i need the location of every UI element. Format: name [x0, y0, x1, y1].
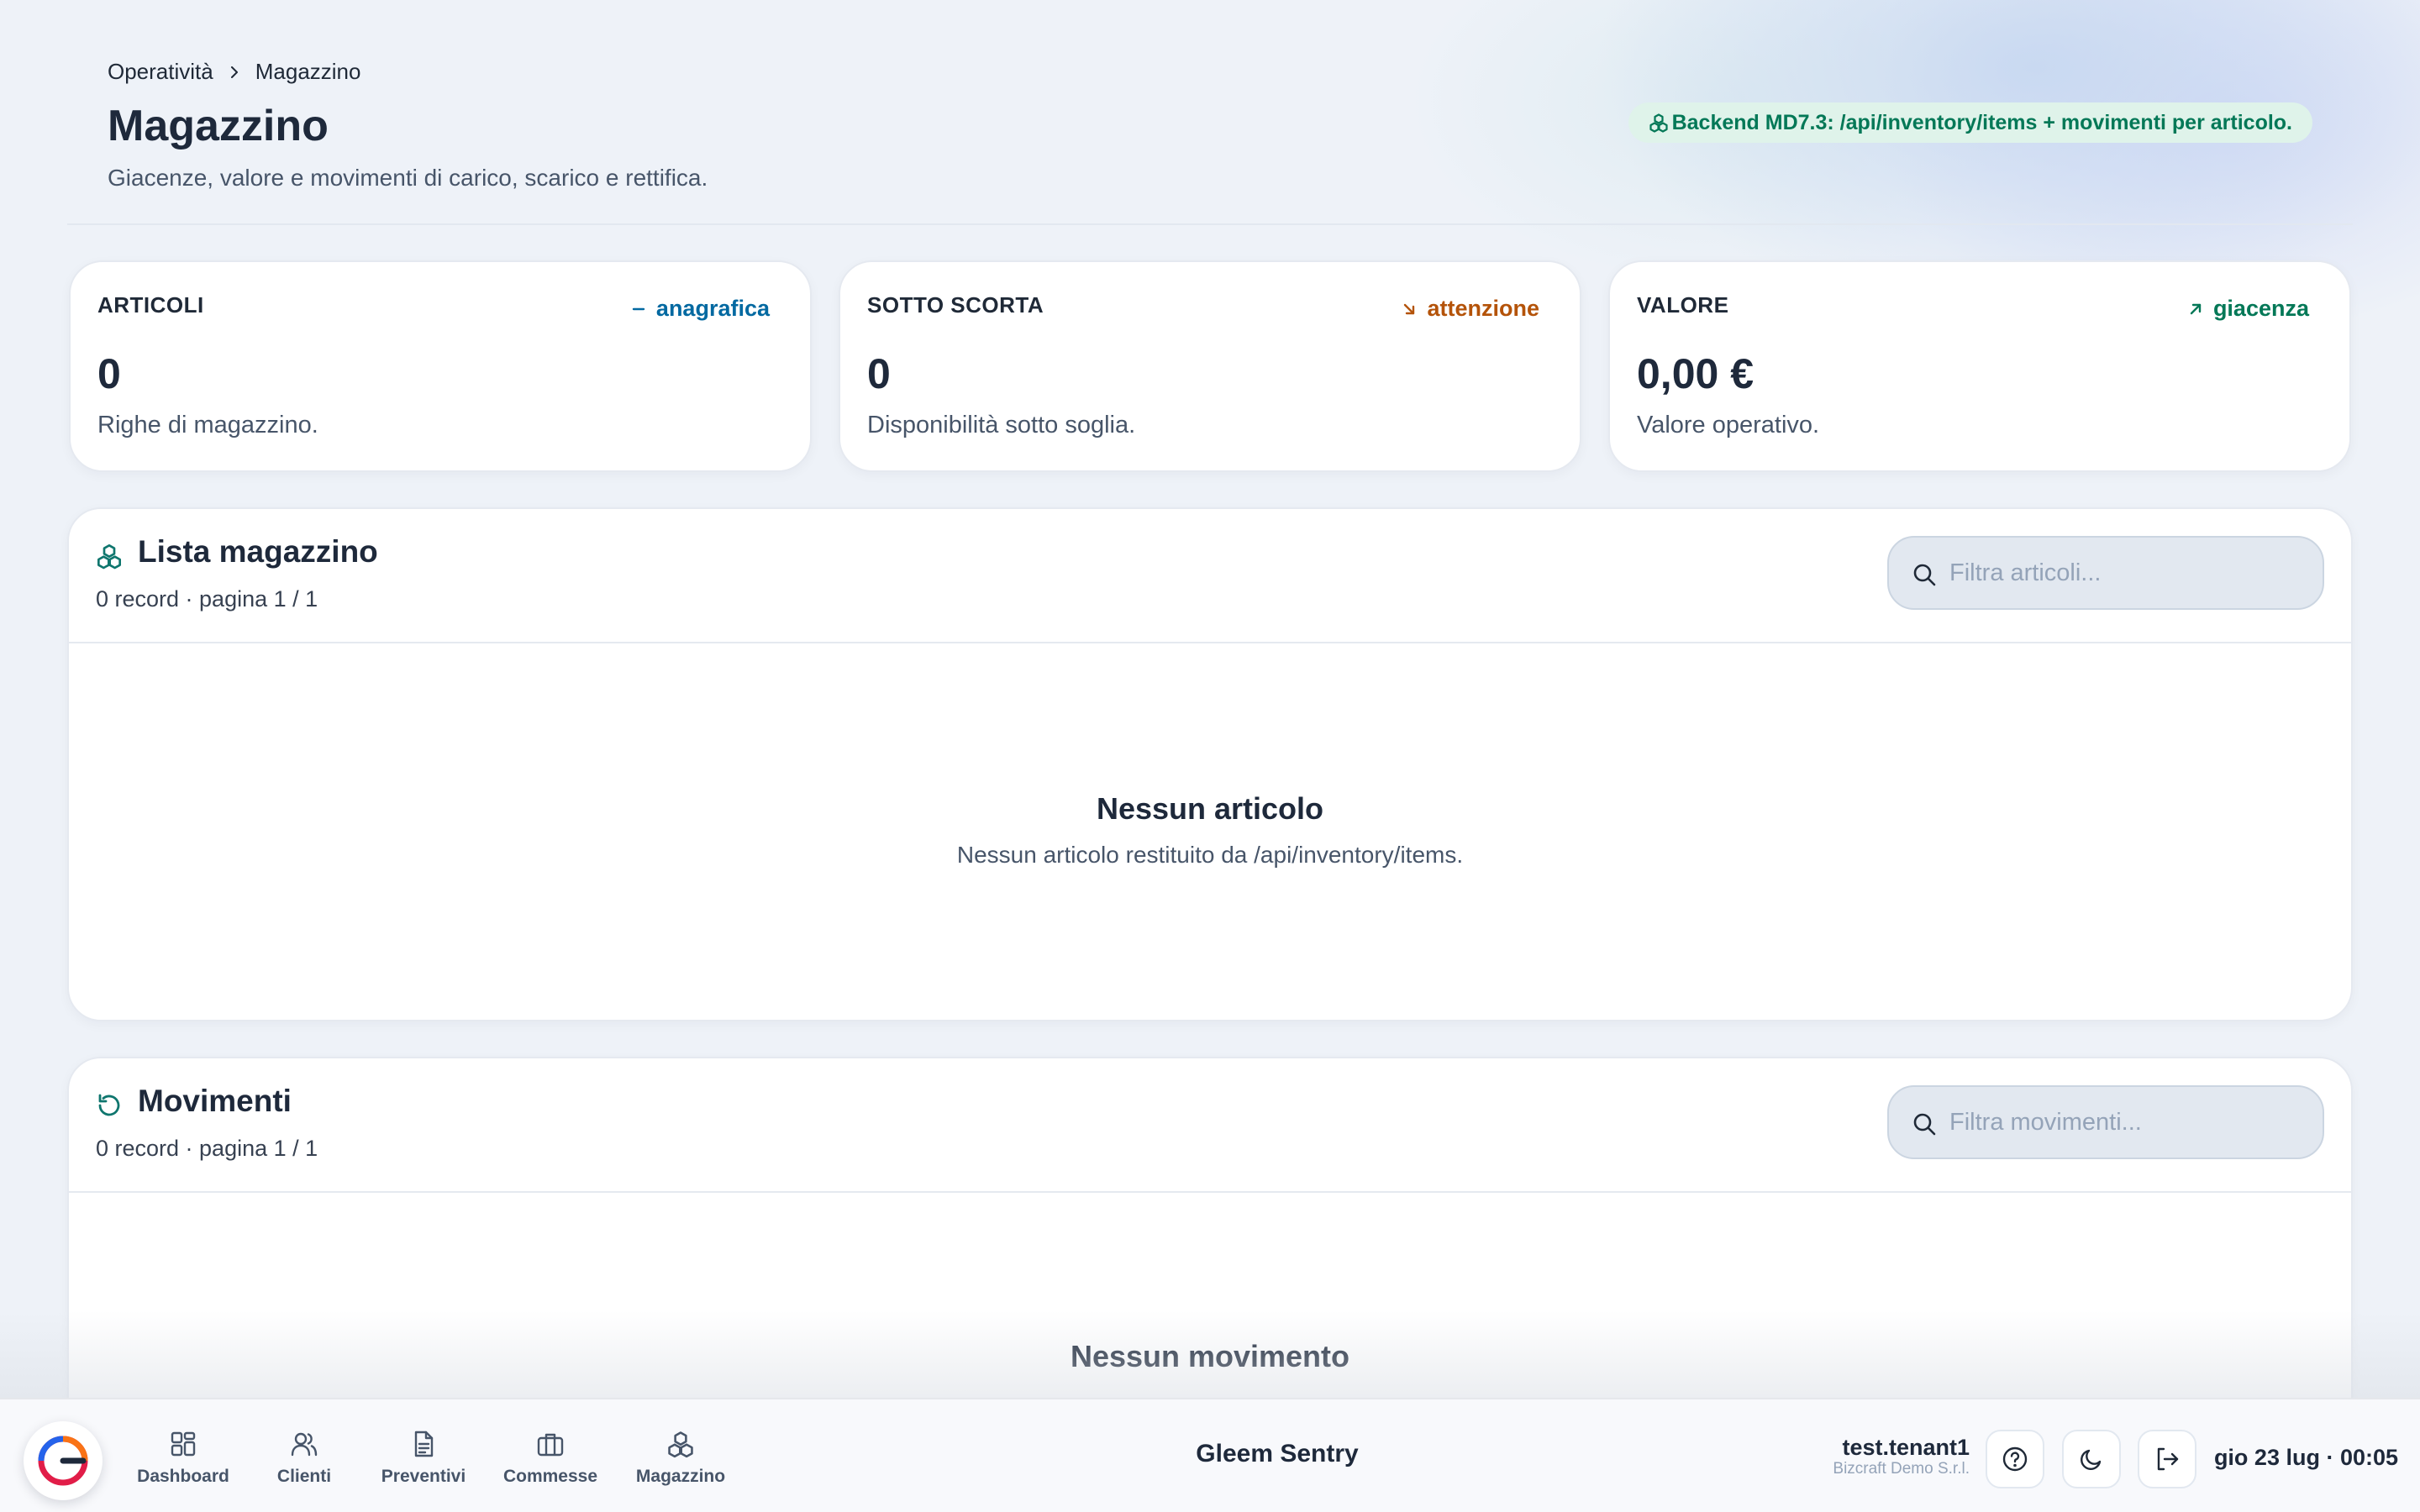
clock: gio 23 lug · 00:05 — [2213, 1445, 2398, 1470]
help-icon — [2002, 1446, 2028, 1472]
stat-trend: anagrafica — [631, 296, 770, 322]
movements-panel-header: Movimenti 0 record · pagina 1 / 1 — [69, 1058, 2351, 1193]
stat-desc: Righe di magazzino. — [97, 412, 318, 438]
brand-name: Gleem Sentry — [1196, 1440, 1359, 1467]
breadcrumb-parent[interactable]: Operatività — [108, 59, 213, 85]
briefcase-icon — [537, 1433, 564, 1457]
nav-label: Preventivi — [381, 1467, 466, 1486]
inventory-title: Lista magazzino — [138, 534, 378, 569]
stat-trend-label: attenzione — [1427, 296, 1539, 321]
theme-toggle-button[interactable] — [2062, 1430, 2121, 1488]
movements-empty-title: Nessun movimento — [1070, 1339, 1350, 1373]
movements-filter-input[interactable] — [1949, 1087, 2302, 1158]
nav-label: Clienti — [276, 1467, 332, 1486]
arrow-up-right-icon — [2188, 302, 2203, 317]
user-name: test.tenant1 — [1842, 1435, 1970, 1460]
user-info: test.tenant1 Bizcraft Demo S.r.l. — [1833, 1435, 1970, 1478]
movements-panel: Movimenti 0 record · pagina 1 / 1 Nessun… — [67, 1057, 2353, 1443]
stat-value: 0,00 € — [1637, 350, 1754, 397]
movements-filter — [1887, 1085, 2324, 1159]
stat-label: ARTICOLI — [97, 292, 204, 318]
stat-trend-label: giacenza — [2212, 296, 2309, 321]
nav-label: Dashboard — [137, 1467, 229, 1486]
boxes-icon — [96, 543, 123, 570]
stat-card-sotto-scorta: SOTTO SCORTA attenzione 0 Disponibilità … — [839, 260, 1581, 472]
search-icon — [1911, 561, 1938, 588]
search-icon — [1911, 1110, 1938, 1137]
breadcrumb-current: Magazzino — [255, 59, 361, 84]
boxes-icon — [668, 1431, 693, 1458]
stat-trend: giacenza — [2188, 296, 2309, 322]
inventory-filter-input[interactable] — [1949, 538, 2302, 608]
app-logo[interactable] — [24, 1421, 103, 1500]
nav-item-dashboard[interactable]: Dashboard — [124, 1430, 242, 1497]
stat-value: 0 — [867, 350, 891, 397]
grid-icon — [171, 1431, 196, 1457]
refresh-icon — [96, 1092, 123, 1119]
arrow-down-right-icon — [1402, 302, 1417, 317]
boxes-icon — [1649, 113, 1669, 133]
nav-label: Magazzino — [635, 1467, 726, 1486]
stat-label: VALORE — [1637, 292, 1729, 318]
stat-card-articoli: ARTICOLI anagrafica 0 Righe di magazzino… — [69, 260, 812, 472]
backend-badge-text: Backend MD7.3: /api/inventory/items + mo… — [1671, 110, 2292, 134]
backend-status-badge: Backend MD7.3: /api/inventory/items + mo… — [1628, 102, 2312, 143]
page-title: Magazzino — [108, 102, 329, 150]
nav-item-magazzino[interactable]: Magazzino — [622, 1430, 739, 1497]
users-icon — [291, 1432, 318, 1457]
nav-label: Commesse — [502, 1467, 598, 1486]
dash-icon — [631, 302, 646, 317]
header-divider — [67, 223, 2353, 225]
inventory-panel-header: Lista magazzino 0 record · pagina 1 / 1 — [69, 509, 2351, 643]
nav-item-commesse[interactable]: Commesse — [492, 1430, 609, 1497]
breadcrumb: Operatività Magazzino — [108, 59, 360, 85]
help-button[interactable] — [1986, 1430, 2044, 1488]
logout-icon — [2157, 1447, 2179, 1471]
inventory-empty-title: Nessun articolo — [1096, 791, 1324, 826]
bottom-nav-bar: Dashboard Clienti Preventivi Commesse Ma… — [0, 1398, 2420, 1512]
nav-item-preventivi[interactable]: Preventivi — [365, 1430, 482, 1497]
stat-desc: Valore operativo. — [1637, 412, 1820, 438]
movements-record-count: 0 record · pagina 1 / 1 — [96, 1136, 318, 1161]
logout-button[interactable] — [2138, 1430, 2196, 1488]
stat-trend-label: anagrafica — [655, 296, 770, 321]
inventory-record-count: 0 record · pagina 1 / 1 — [96, 586, 318, 612]
page-subtitle: Giacenze, valore e movimenti di carico, … — [108, 165, 708, 191]
stat-label: SOTTO SCORTA — [867, 292, 1044, 318]
logo-icon — [38, 1436, 88, 1486]
movements-title: Movimenti — [138, 1084, 292, 1118]
inventory-panel: Lista magazzino 0 record · pagina 1 / 1 … — [67, 507, 2353, 1021]
nav-item-clienti[interactable]: Clienti — [245, 1430, 363, 1497]
moon-icon — [2081, 1449, 2102, 1470]
stat-trend: attenzione — [1402, 296, 1539, 322]
page: Operatività Magazzino Magazzino Giacenze… — [0, 0, 2420, 1512]
stat-card-valore: VALORE giacenza 0,00 € Valore operativo. — [1608, 260, 2351, 472]
inventory-filter — [1887, 536, 2324, 610]
stat-desc: Disponibilità sotto soglia. — [867, 412, 1136, 438]
chevron-right-icon — [229, 66, 240, 78]
file-text-icon — [414, 1431, 434, 1457]
stat-value: 0 — [97, 350, 121, 397]
user-company: Bizcraft Demo S.r.l. — [1833, 1460, 1970, 1478]
inventory-empty-desc: Nessun articolo restituito da /api/inven… — [956, 842, 1464, 868]
